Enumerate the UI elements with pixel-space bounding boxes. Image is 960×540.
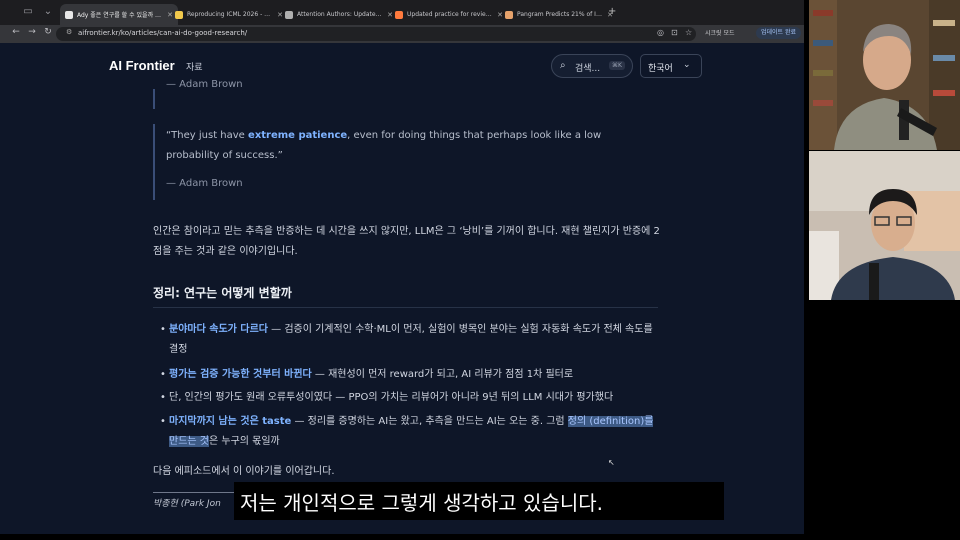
tab-label: Reproducing ICML 2026 - a... <box>187 11 274 18</box>
quote-author: — Adam Brown <box>166 178 243 189</box>
webcam-bottom <box>809 151 960 300</box>
list-item-text-tail: 은 누구의 몫일까 <box>208 436 280 447</box>
tab-pangram[interactable]: Pangram Predicts 21% of ICL... ✕ <box>500 4 618 25</box>
tab-search-icon[interactable]: ⌄ <box>42 6 54 18</box>
list-item-strong: 평가는 검증 가능한 것부터 바뀐다 <box>169 369 312 380</box>
favicon-icon <box>175 10 183 19</box>
update-button[interactable]: 업데이트 완료 <box>756 27 802 39</box>
list-bullet: • <box>160 324 166 335</box>
list-bullet: • <box>160 416 166 427</box>
url-text: aifrontier.kr/ko/articles/can-ai-do-good… <box>78 29 248 37</box>
tab-aifrontier[interactable]: Ady 좋은 연구를 할 수 있을까 – AI Frontier ✕ <box>60 4 178 25</box>
bookmark-star-icon[interactable]: ☆ <box>685 28 692 37</box>
quote-author: — Adam Brown <box>166 79 243 90</box>
author-byline: 박종현 (Park Jon <box>153 499 221 509</box>
browser-window: ▭ ⌄ Ady 좋은 연구를 할 수 있을까 – AI Frontier ✕ R… <box>0 0 804 534</box>
cast-icon[interactable]: ⊡ <box>671 28 678 37</box>
eye-off-icon[interactable]: ◎ <box>657 28 664 37</box>
section-heading: 정리: 연구는 어떻게 변할까 <box>153 286 292 300</box>
blockquote-border <box>153 89 155 109</box>
article-paragraph: 인간은 참이라고 믿는 추측을 반증하는 데 시간을 쓰지 않지만, LLM은 … <box>153 226 660 257</box>
tab-attention-authors[interactable]: Attention Authors: Updated P... ✕ <box>280 4 398 25</box>
list-item: 평가는 검증 가능한 것부터 바뀐다 — 재현성이 먼저 reward가 되고,… <box>169 365 664 385</box>
subtitle-caption: 저는 개인적으로 그렇게 생각하고 있습니다. <box>240 491 603 515</box>
search-placeholder: 검색... <box>575 64 601 74</box>
incognito-label[interactable]: 시크릿 모드 <box>705 28 735 37</box>
favicon-icon <box>65 10 73 19</box>
list-bullet: • <box>160 392 166 403</box>
tab-updated-practice[interactable]: Updated practice for review ... ✕ <box>390 4 508 25</box>
tab-label: Ady 좋은 연구를 할 수 있을까 – AI Frontier <box>77 12 163 19</box>
blockquote-text: “They just have extreme patience, even f… <box>166 126 636 166</box>
favicon-icon <box>395 10 403 19</box>
webcam-top <box>809 0 960 150</box>
site-logo[interactable]: AI Frontier <box>109 58 175 73</box>
forward-arrow-icon[interactable]: → <box>26 27 38 37</box>
site-info-icon[interactable]: ⚙ <box>66 28 72 36</box>
tab-label: Attention Authors: Updated P... <box>297 11 384 18</box>
reload-icon[interactable]: ↻ <box>42 27 54 37</box>
list-item-strong: 분야마다 속도가 다르다 <box>169 324 268 335</box>
list-item: 분야마다 속도가 다르다 — 검증이 기계적인 수학·ML이 먼저, 실험이 병… <box>169 320 664 360</box>
back-arrow-icon[interactable]: ← <box>10 27 22 37</box>
new-tab-button[interactable]: + <box>608 6 616 17</box>
nav-link-resources[interactable]: 자료 <box>186 60 203 73</box>
list-item: 단, 인간의 평가도 원래 오류투성이였다 — PPO의 가치는 리뷰어가 아니… <box>169 388 664 408</box>
tab-label: Pangram Predicts 21% of ICL... <box>517 11 604 18</box>
list-item-text: 단, 인간의 평가도 원래 오류투성이였다 — PPO의 가치는 리뷰어가 아니… <box>169 392 614 403</box>
search-icon: ⌕ <box>560 60 566 71</box>
favicon-icon <box>505 10 513 19</box>
mouse-cursor-icon: ↖ <box>608 458 615 467</box>
quote-text-before: “They just have <box>166 130 249 141</box>
webcam-top-feed <box>809 0 960 150</box>
list-item-text: — 재현성이 먼저 reward가 되고, AI 리뷰가 점점 1차 필터로 <box>311 369 574 380</box>
chevron-down-icon: ⌄ <box>683 60 691 70</box>
tab-reproducing-icml[interactable]: Reproducing ICML 2026 - a... ✕ <box>170 4 288 25</box>
webcam-bottom-feed <box>809 151 960 300</box>
tab-label: Updated practice for review ... <box>407 11 494 18</box>
list-item: 마지막까지 남는 것은 taste — 정리를 증명하는 AI는 왔고, 추측을… <box>169 412 664 452</box>
sidebar-toggle-icon[interactable]: ▭ <box>22 6 34 18</box>
language-label: 한국어 <box>648 64 673 74</box>
search-shortcut-badge: ⌘K <box>609 61 625 70</box>
article-paragraph: 다음 에피소드에서 이 이야기를 이어갑니다. <box>153 466 335 477</box>
favicon-icon <box>285 10 293 19</box>
blockquote-border <box>153 124 155 200</box>
list-item-strong: 마지막까지 남는 것은 taste <box>169 416 292 427</box>
empty-panel <box>804 300 960 540</box>
quote-highlight: extreme patience <box>248 130 348 141</box>
list-bullet: • <box>160 369 166 380</box>
list-item-text: — 정리를 증명하는 AI는 왔고, 추측을 만드는 AI는 오는 중. 그럼 <box>291 416 568 427</box>
section-divider <box>153 307 658 308</box>
